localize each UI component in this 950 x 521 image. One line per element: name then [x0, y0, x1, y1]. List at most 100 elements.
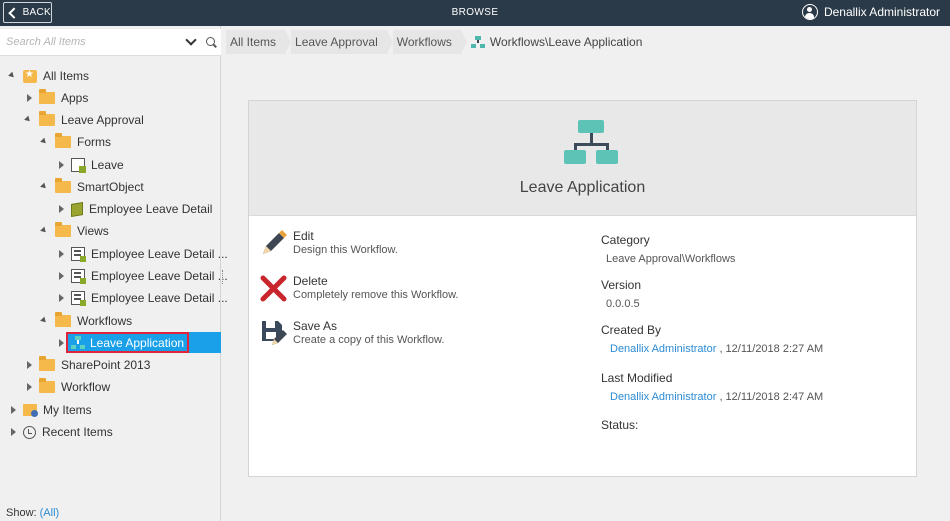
- last-modified-date: , 12/11/2018 2:47 AM: [719, 391, 824, 403]
- tree-item-label: Employee Leave Detail: [89, 202, 213, 216]
- expand-toggle-icon[interactable]: [40, 226, 50, 236]
- tree-item-label: Employee Leave Detail ...: [91, 247, 228, 261]
- delete-action-desc: Completely remove this Workflow.: [293, 289, 459, 301]
- expand-toggle-icon[interactable]: [8, 427, 18, 437]
- tree-item-all-items[interactable]: All Items: [8, 66, 89, 86]
- folder-icon: [39, 356, 55, 371]
- last-modified-label: Last Modified: [601, 371, 673, 385]
- save-as-action[interactable]: Save As Create a copy of this Workflow.: [260, 319, 520, 355]
- top-bar: BACK BROWSE Denallix Administrator: [0, 0, 950, 26]
- tree-item-view-2[interactable]: Employee Leave Detail ...: [56, 266, 228, 286]
- folder-icon: [55, 178, 71, 193]
- tree-item-workflows[interactable]: Workflows: [40, 311, 132, 331]
- tree-item-my-items[interactable]: My Items: [8, 400, 92, 420]
- tree-item-label: Workflow: [61, 380, 111, 394]
- created-by-user-link[interactable]: Denallix Administrator: [610, 343, 716, 355]
- expand-toggle-icon[interactable]: [56, 249, 66, 259]
- last-modified-value: Denallix Administrator , 12/11/2018 2:47…: [601, 391, 823, 403]
- breadcrumb-item-workflows[interactable]: Workflows: [392, 30, 468, 54]
- workflow-icon: [564, 120, 618, 174]
- tree-item-label: Employee Leave Detail ...: [91, 269, 228, 283]
- expand-toggle-icon[interactable]: [56, 271, 66, 281]
- expand-toggle-icon[interactable]: [24, 382, 34, 392]
- tree-item-sharepoint[interactable]: SharePoint 2013: [24, 355, 150, 375]
- folder-icon: [39, 378, 55, 393]
- show-filter-label: Show:: [6, 507, 37, 519]
- last-modified-property: Last Modified Denallix Administrator , 1…: [601, 371, 823, 403]
- category-property: Category Leave Approval\Workflows: [601, 233, 735, 265]
- created-by-value: Denallix Administrator , 12/11/2018 2:27…: [601, 343, 823, 355]
- folder-icon: [39, 111, 55, 126]
- tree-item-apps[interactable]: Apps: [24, 88, 88, 108]
- all-items-icon: [23, 69, 37, 83]
- search-input[interactable]: [6, 34, 176, 50]
- workflow-detail-card: Leave Application Edit Design this Workf…: [248, 100, 917, 477]
- save-as-icon: [262, 321, 287, 345]
- clock-icon: [23, 425, 36, 439]
- view-icon: [71, 247, 86, 262]
- created-by-date: , 12/11/2018 2:27 AM: [719, 343, 824, 355]
- tree-item-label: Recent Items: [42, 425, 113, 439]
- tree-item-label: Leave: [91, 158, 124, 172]
- expand-toggle-icon[interactable]: [8, 405, 18, 415]
- expand-toggle-icon[interactable]: [56, 338, 66, 348]
- expand-toggle-icon[interactable]: [40, 182, 50, 192]
- workflow-icon: [470, 36, 485, 48]
- tree-item-forms[interactable]: Forms: [40, 132, 111, 152]
- tree-item-label: Employee Leave Detail ...: [91, 291, 228, 305]
- pencil-icon: [263, 230, 287, 254]
- expand-toggle-icon[interactable]: [56, 160, 66, 170]
- breadcrumb-item-all-items[interactable]: All Items: [226, 30, 292, 54]
- save-as-action-name: Save As: [293, 319, 338, 333]
- breadcrumb-current-label: Workflows\Leave Application: [489, 35, 643, 49]
- tree-item-smartobject[interactable]: SmartObject: [40, 177, 144, 197]
- expand-toggle-icon[interactable]: [8, 71, 18, 81]
- delete-x-icon: [260, 275, 287, 302]
- status-property: Status:: [601, 418, 638, 432]
- expand-toggle-icon[interactable]: [56, 293, 66, 303]
- tree-item-view-3[interactable]: Employee Leave Detail ...: [56, 288, 228, 308]
- version-value: 0.0.0.5: [606, 298, 640, 310]
- tree-item-label: Forms: [77, 135, 111, 149]
- expand-toggle-icon[interactable]: [40, 316, 50, 326]
- tree-item-label: Workflows: [77, 314, 133, 328]
- expand-toggle-icon[interactable]: [24, 115, 34, 125]
- version-label: Version: [601, 278, 642, 292]
- form-icon: [71, 158, 86, 173]
- tree-item-leave-approval[interactable]: Leave Approval: [24, 110, 144, 130]
- search-box: [0, 29, 221, 56]
- chevron-down-icon[interactable]: [185, 34, 197, 46]
- edit-action-desc: Design this Workflow.: [293, 244, 398, 256]
- last-modified-user-link[interactable]: Denallix Administrator: [610, 391, 716, 403]
- delete-action[interactable]: Delete Completely remove this Workflow.: [260, 274, 520, 310]
- tree-item-views[interactable]: Views: [40, 221, 109, 241]
- tree-item-recent-items[interactable]: Recent Items: [8, 422, 113, 442]
- workflow-title: Leave Application: [519, 179, 646, 196]
- highlight-box: [66, 332, 189, 353]
- tree-item-employee-leave-detail[interactable]: Employee Leave Detail: [56, 199, 212, 219]
- edit-action[interactable]: Edit Design this Workflow.: [260, 229, 520, 265]
- user-menu[interactable]: Denallix Administrator: [801, 4, 940, 20]
- category-label: Category: [601, 233, 650, 247]
- tree-item-label: Views: [77, 224, 109, 238]
- tree-item-leave-form[interactable]: Leave: [56, 155, 124, 175]
- view-icon: [71, 269, 86, 284]
- card-header: Leave Application: [249, 101, 916, 216]
- my-items-icon: [23, 404, 38, 417]
- search-icon[interactable]: [206, 37, 215, 46]
- version-property: Version 0.0.0.5: [601, 278, 641, 310]
- folder-icon: [55, 312, 71, 327]
- user-name: Denallix Administrator: [823, 5, 940, 19]
- sidebar: All Items Apps Leave Approval Forms Leav…: [0, 26, 228, 521]
- expand-toggle-icon[interactable]: [56, 204, 66, 214]
- created-by-property: Created By Denallix Administrator , 12/1…: [601, 323, 823, 355]
- breadcrumb-item-leave-approval[interactable]: Leave Approval: [291, 30, 393, 54]
- expand-toggle-icon[interactable]: [40, 137, 50, 147]
- tree-item-view-1[interactable]: Employee Leave Detail ...: [56, 244, 228, 264]
- tree-item-workflow[interactable]: Workflow: [24, 377, 110, 397]
- show-filter: Show: (All): [6, 507, 59, 519]
- splitter-handle[interactable]: [222, 270, 223, 284]
- show-filter-link[interactable]: (All): [40, 507, 60, 519]
- expand-toggle-icon[interactable]: [24, 360, 34, 370]
- expand-toggle-icon[interactable]: [24, 93, 34, 103]
